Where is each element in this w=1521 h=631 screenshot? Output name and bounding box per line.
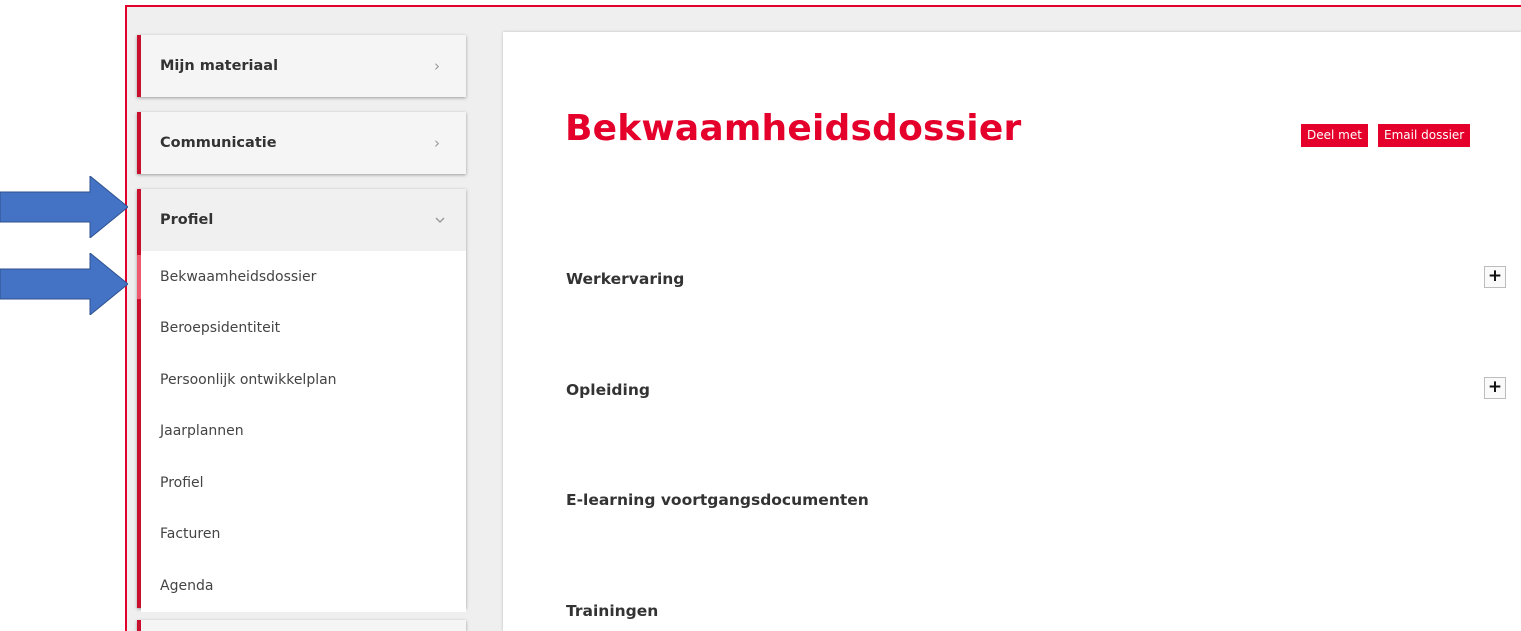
annotation-arrow-bekwaamheidsdossier [0,253,128,315]
sidebar-item-profiel[interactable]: Profiel [141,189,466,251]
sidebar-card-communicatie: Communicatie › [137,112,466,174]
sidebar-item-communicatie[interactable]: Communicatie › [141,112,466,174]
section-opleiding[interactable]: Opleiding [566,381,650,399]
sidebar-card-profiel: Profiel Bekwaamheidsdossier Beroepsident… [137,189,466,612]
submenu-item-jaarplannen[interactable]: Jaarplannen [141,406,466,458]
page-title: Bekwaamheidsdossier [565,108,1022,149]
sidebar-item-label: Profiel [160,212,214,228]
share-button[interactable]: Deel met [1301,124,1368,147]
expand-opleiding-button[interactable]: + [1484,377,1506,399]
profiel-submenu: Bekwaamheidsdossier Beroepsidentiteit Pe… [137,251,466,612]
sidebar-item-label: Communicatie [160,135,277,151]
email-dossier-button[interactable]: Email dossier [1378,124,1471,147]
chevron-down-icon [434,214,446,226]
sidebar-card-next[interactable] [137,620,466,631]
section-trainingen[interactable]: Trainingen [566,602,658,620]
submenu-item-facturen[interactable]: Facturen [141,509,466,561]
chevron-right-icon: › [434,134,440,152]
submenu-item-agenda[interactable]: Agenda [141,560,466,612]
expand-werkervaring-button[interactable]: + [1484,266,1506,288]
section-e-learning[interactable]: E-learning voortgangsdocumenten [566,491,869,509]
submenu-item-bekwaamheidsdossier[interactable]: Bekwaamheidsdossier [137,251,466,303]
section-werkervaring[interactable]: Werkervaring [566,270,684,288]
sidebar-item-label: Mijn materiaal [160,58,279,74]
annotation-arrow-profiel [0,176,128,238]
chevron-right-icon: › [434,57,440,75]
submenu-item-persoonlijk-ontwikkelplan[interactable]: Persoonlijk ontwikkelplan [141,354,466,406]
sidebar-item-mijn-materiaal[interactable]: Mijn materiaal › [141,35,466,97]
submenu-item-beroepsidentiteit[interactable]: Beroepsidentiteit [141,303,466,355]
submenu-item-profiel[interactable]: Profiel [141,457,466,509]
sidebar-card-mijn-materiaal: Mijn materiaal › [137,35,466,97]
